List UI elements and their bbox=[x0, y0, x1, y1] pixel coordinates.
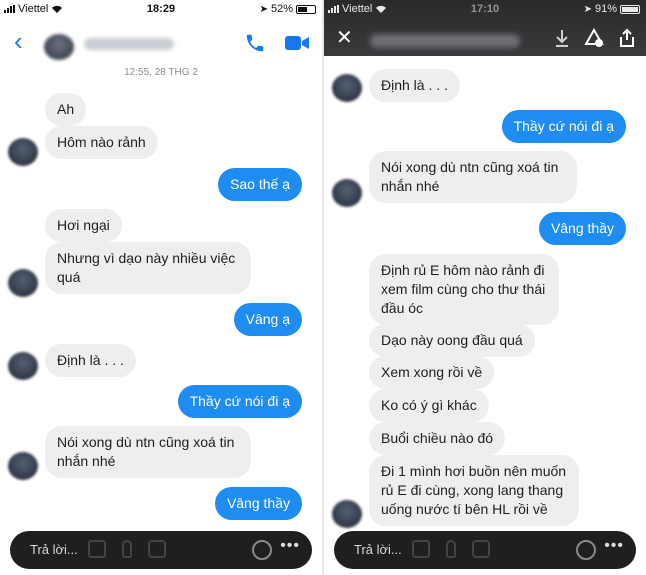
message-bubble: Buổi chiều nào đó bbox=[369, 422, 506, 455]
more-options-icon[interactable]: ••• bbox=[604, 537, 624, 555]
microphone-icon[interactable] bbox=[122, 540, 132, 558]
message-bubble: Định là . . . bbox=[45, 344, 136, 377]
message-bubble: Xem xong rồi về bbox=[369, 356, 495, 389]
battery-icon bbox=[620, 4, 640, 14]
video-call-icon[interactable] bbox=[284, 32, 310, 54]
phone-icon[interactable] bbox=[244, 32, 266, 54]
chat-header-dark: Viettel 17:10 ➤ 91% ✕ bbox=[324, 0, 646, 56]
message-composer[interactable]: Trả lời... ••• bbox=[10, 531, 312, 569]
sticker-icon[interactable] bbox=[472, 540, 490, 558]
message-bubble: Thầy cứ nói đi ạ bbox=[501, 110, 626, 143]
message-bubble: Hôm nào rảnh bbox=[45, 126, 158, 159]
image-icon[interactable] bbox=[88, 540, 106, 558]
message-bubble: Đi 1 mình hơi buồn nên muốn rủ E đi cùng… bbox=[369, 455, 579, 526]
status-bar: Viettel 17:10 ➤ 91% bbox=[324, 0, 646, 18]
emoji-icon[interactable] bbox=[252, 540, 272, 560]
drive-icon[interactable] bbox=[584, 28, 604, 48]
message-bubble: Thầy cứ nói đi ạ bbox=[177, 385, 302, 418]
download-icon[interactable] bbox=[554, 28, 570, 48]
microphone-icon[interactable] bbox=[446, 540, 456, 558]
contact-name-redacted[interactable] bbox=[84, 38, 174, 50]
status-right: ➤ 91% bbox=[584, 3, 640, 15]
sender-avatar[interactable] bbox=[8, 352, 38, 380]
right-chat-screenshot: Viettel 17:10 ➤ 91% ✕ Định là . . . Thầy… bbox=[324, 0, 646, 575]
message-bubble: Định là . . . bbox=[369, 69, 460, 102]
composer-icons bbox=[88, 540, 166, 558]
chat-header: ‹ bbox=[0, 22, 322, 64]
battery-icon bbox=[296, 4, 316, 14]
location-icon: ➤ bbox=[259, 3, 268, 15]
message-bubble: Hơi ngại bbox=[45, 209, 122, 242]
message-bubble: Dạo này oong đầu quá bbox=[369, 324, 535, 357]
reply-input[interactable]: Trả lời... bbox=[30, 542, 78, 557]
status-right: ➤ 52% bbox=[260, 3, 316, 15]
battery-percent: 91% bbox=[594, 3, 617, 15]
emoji-icon[interactable] bbox=[576, 540, 596, 560]
contact-name-redacted bbox=[370, 34, 520, 48]
sender-avatar[interactable] bbox=[332, 500, 362, 528]
header-actions bbox=[554, 28, 636, 48]
sender-avatar[interactable] bbox=[8, 138, 38, 166]
composer-icons bbox=[412, 540, 490, 558]
message-bubble: Nói xong dù ntn cũng xoá tin nhắn nhé bbox=[369, 151, 577, 203]
date-divider: 12:55, 28 THG 2 bbox=[124, 67, 198, 78]
message-bubble: Sao thế ạ bbox=[218, 168, 302, 201]
message-bubble: Ko có ý gì khác bbox=[369, 389, 489, 422]
share-icon[interactable] bbox=[618, 28, 636, 48]
sender-avatar[interactable] bbox=[332, 179, 362, 207]
sender-avatar[interactable] bbox=[8, 269, 38, 297]
back-chevron-icon[interactable]: ‹ bbox=[14, 28, 23, 54]
message-bubble: Vâng thầy bbox=[538, 212, 626, 245]
message-bubble: Vâng ạ bbox=[233, 303, 302, 336]
sender-avatar[interactable] bbox=[332, 74, 362, 102]
message-bubble: Định rủ E hôm nào rảnh đi xem film cùng … bbox=[369, 254, 559, 325]
message-bubble: Nói xong dù ntn cũng xoá tin nhắn nhé bbox=[45, 426, 251, 478]
message-bubble: Nhưng vì dạo này nhiều việc quá bbox=[45, 242, 251, 294]
more-options-icon[interactable]: ••• bbox=[280, 537, 300, 555]
left-chat-screenshot: Viettel 18:29 ➤ 52% ‹ 12:55, 28 THG 2 Ah… bbox=[0, 0, 322, 575]
message-bubble: Ah bbox=[45, 93, 87, 126]
sticker-icon[interactable] bbox=[148, 540, 166, 558]
status-bar: Viettel 18:29 ➤ 52% bbox=[0, 0, 322, 18]
location-icon: ➤ bbox=[583, 3, 592, 15]
message-bubble: Vâng thầy bbox=[214, 487, 302, 520]
close-icon[interactable]: ✕ bbox=[336, 28, 353, 48]
contact-avatar[interactable] bbox=[44, 34, 74, 60]
sender-avatar[interactable] bbox=[8, 452, 38, 480]
reply-input[interactable]: Trả lời... bbox=[354, 542, 402, 557]
message-composer[interactable]: Trả lời... ••• bbox=[334, 531, 636, 569]
image-icon[interactable] bbox=[412, 540, 430, 558]
battery-percent: 52% bbox=[270, 3, 293, 15]
